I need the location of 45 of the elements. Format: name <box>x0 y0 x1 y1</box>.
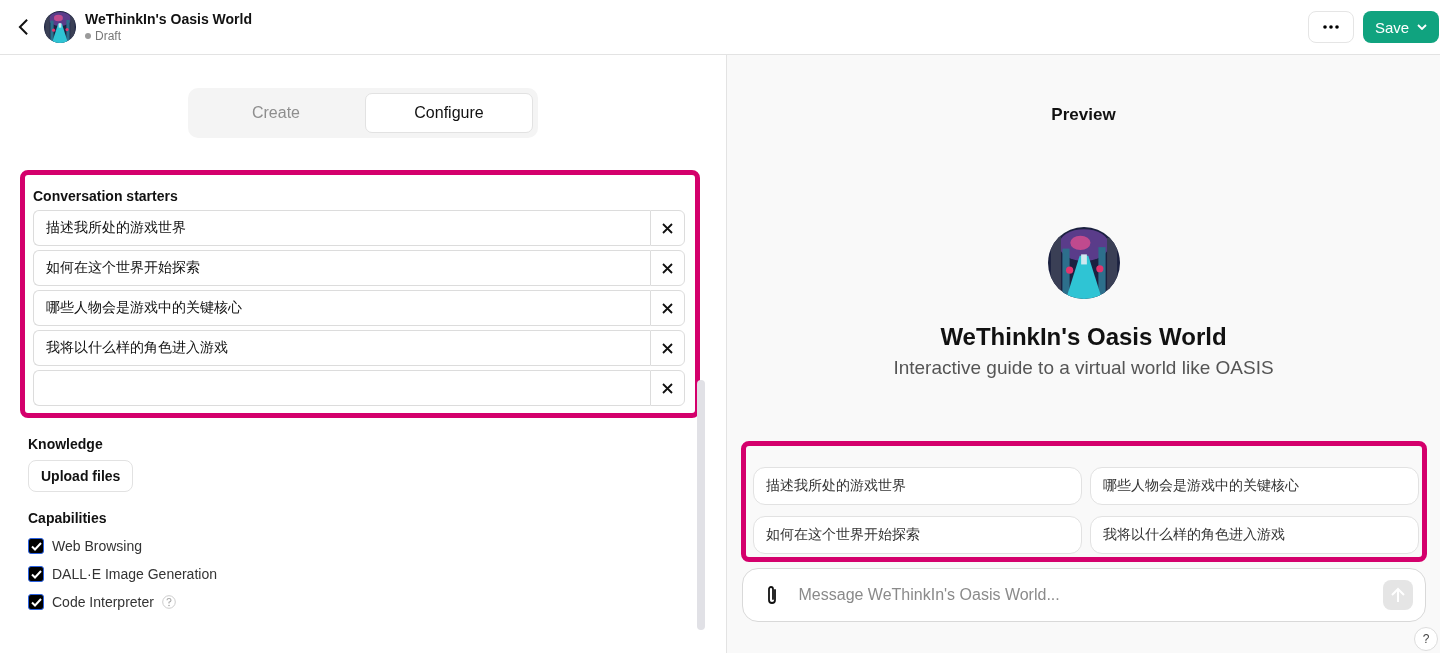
status-text: Draft <box>95 29 121 43</box>
starter-field[interactable]: 哪些人物会是游戏中的关键核心 <box>33 290 650 326</box>
remove-button[interactable] <box>650 370 685 406</box>
close-icon <box>662 382 673 394</box>
checkbox-label: Web Browsing <box>52 538 142 554</box>
back-icon[interactable] <box>18 18 29 36</box>
status-dot <box>85 33 91 39</box>
starter-card[interactable]: 哪些人物会是游戏中的关键核心 <box>1089 467 1419 505</box>
scrollbar[interactable] <box>697 380 705 630</box>
starter-card[interactable]: 如何在这个世界开始探索 <box>752 515 1082 554</box>
remove-button[interactable] <box>650 330 685 366</box>
remove-button[interactable] <box>650 250 685 286</box>
starter-field[interactable] <box>33 370 650 406</box>
caret-icon <box>1417 24 1428 30</box>
arrow-up-icon <box>1390 587 1405 603</box>
more-icon <box>1323 25 1339 29</box>
message-box[interactable]: Message WeThinkIn's Oasis World... <box>741 568 1426 622</box>
close-icon <box>662 262 673 274</box>
tab[interactable]: Configure <box>365 93 533 133</box>
upload-button[interactable]: Upload files <box>28 460 134 492</box>
close-icon <box>662 222 673 234</box>
close-icon <box>662 302 673 314</box>
section-label: Capabilities <box>28 510 107 526</box>
checkbox[interactable] <box>28 566 44 582</box>
gpt-description: Interactive guide to a virtual world like OASIS <box>893 357 1274 379</box>
more-button[interactable] <box>1308 11 1354 43</box>
section-label: Knowledge <box>28 436 103 452</box>
starter-card[interactable]: 我将以什么样的角色进入游戏 <box>1089 515 1419 554</box>
checkbox-label: DALL·E Image Generation <box>52 566 217 582</box>
section-label: Conversation starters <box>33 188 179 204</box>
starter-card[interactable]: 描述我所处的游戏世界 <box>752 467 1082 505</box>
starter-field[interactable]: 描述我所处的游戏世界 <box>33 210 650 246</box>
preview-title: Preview <box>1051 105 1116 125</box>
starter-field[interactable]: 我将以什么样的角色进入游戏 <box>33 330 650 366</box>
message-field[interactable]: Message WeThinkIn's Oasis World... <box>796 585 1365 605</box>
remove-button[interactable] <box>650 290 685 326</box>
help-button[interactable]: ? <box>1414 627 1438 651</box>
remove-button[interactable] <box>650 210 685 246</box>
close-icon <box>662 342 673 354</box>
starter-field[interactable]: 如何在这个世界开始探索 <box>33 250 650 286</box>
checkbox[interactable] <box>28 594 44 610</box>
checkbox[interactable] <box>28 538 44 554</box>
checkbox-label: Code Interpreter <box>52 594 154 610</box>
gpt-title: WeThinkIn's Oasis World <box>85 11 252 27</box>
gpt-name: WeThinkIn's Oasis World <box>940 323 1227 351</box>
